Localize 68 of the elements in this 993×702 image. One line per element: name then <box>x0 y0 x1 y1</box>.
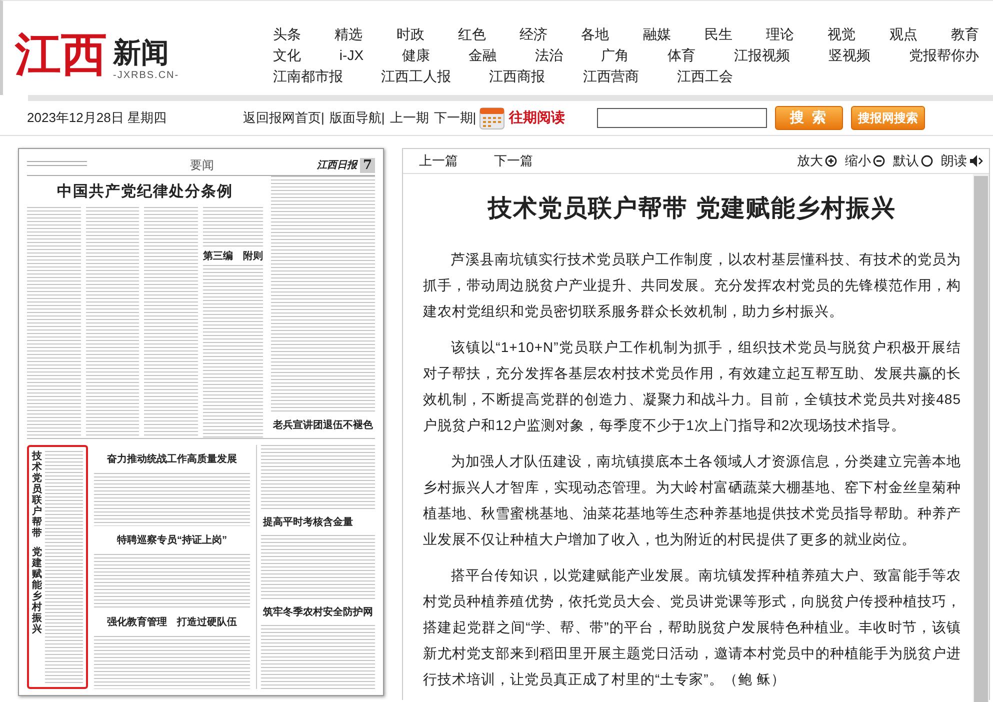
nav-link[interactable]: i-JX <box>339 45 364 66</box>
page-headline: 党建赋能乡村振兴 <box>32 547 42 635</box>
logo-name: 新闻 <box>113 36 170 70</box>
nav-link[interactable]: 体育 <box>668 45 696 66</box>
issue-link[interactable]: 上一期 <box>390 109 429 127</box>
issue-link[interactable]: 版面导航| <box>329 109 385 127</box>
nav-link[interactable]: 江西工人报 <box>381 66 451 87</box>
nav-link[interactable]: 经济 <box>520 24 548 45</box>
zoom-in-link[interactable]: 放大 <box>797 152 823 170</box>
page-headline[interactable]: 奋力推动统战工作高质量发展 <box>94 445 250 473</box>
page-number: 7 <box>360 158 375 172</box>
article-paragraph: 搭平台传知识，以党建赋能产业发展。南坑镇发挥种植养殖大户、致富能手等农村党员种植养殖优势，依托党员大会、党员讲党课等形式，向脱贫户传授种植技巧，搭建起党群之间“学、帮、带”的平台，帮助脱贫户发展特色种植业。丰收时节，该镇新尤村党支部来到稻田里开展主题党日活动，邀请本村党员中的种植能手为脱贫户进行技术培训，让党员真正成了村里的“土专家”。（鲍 稣） <box>423 566 961 689</box>
read-aloud-link[interactable]: 朗读 <box>941 152 967 170</box>
reset-size-link[interactable]: 默认 <box>893 152 919 170</box>
nav-link[interactable]: 红色 <box>458 24 486 45</box>
nav-link[interactable]: 融媒 <box>642 24 671 45</box>
section-title: 要闻 <box>188 156 215 174</box>
nav-link[interactable]: 时政 <box>396 24 424 45</box>
page-article[interactable]: 技术党员联户帮带 党建赋能乡村振兴 <box>27 445 88 689</box>
nav-link[interactable]: 各地 <box>581 24 610 45</box>
nav-link[interactable]: 头条 <box>273 24 301 45</box>
logo-mark: 江西 <box>15 26 108 83</box>
page-headline[interactable]: 筑牢冬季农村安全防护网 <box>261 599 375 625</box>
page-headline: 技术党员联户帮带 <box>32 451 42 539</box>
page-headline[interactable]: 提高平时考核含金量 <box>261 509 375 535</box>
nav-link[interactable]: 江南都市报 <box>273 66 343 87</box>
nav-link[interactable]: 教育 <box>950 24 979 45</box>
article-paragraph: 该镇以“1+10+N”党员联户工作机制为抓手，组织技术党员与脱贫户积极开展结对子帮扶，充分发挥各基层农村技术党员作用，有效建立起互帮互助、发展共赢的长效机制，不断提高党群的创造力、凝聚力和战斗力。目前，全镇技术党员共对接485户脱贫户和12户监测对象，每季度不少于1次上门指导和2次现场技术指导。 <box>423 338 961 435</box>
nav-link[interactable]: 竖视频 <box>828 45 870 66</box>
archive-link[interactable]: 往期阅读 <box>509 109 598 127</box>
issue-link[interactable]: 返回报网首页| <box>243 109 324 127</box>
nav-link[interactable]: 江西营商 <box>583 66 639 87</box>
minus-circle-icon[interactable] <box>873 155 885 167</box>
next-article-link[interactable]: 下一篇 <box>494 152 533 170</box>
nav-link[interactable]: 观点 <box>889 24 918 45</box>
nav-link[interactable]: 文化 <box>273 45 301 66</box>
nav-link[interactable]: 金融 <box>468 45 496 66</box>
circle-icon[interactable] <box>921 155 933 167</box>
masthead: 江西日报 <box>316 158 357 172</box>
calendar-icon[interactable] <box>479 106 506 130</box>
nav-link[interactable]: 江西商报 <box>489 66 545 87</box>
search-field[interactable] <box>597 108 768 128</box>
nav-link[interactable]: 理论 <box>766 24 794 45</box>
nav-link[interactable]: 健康 <box>402 45 430 66</box>
article-paragraph: 为加强人才队伍建设，南坑镇摸底本土各领域人才资源信息，分类建立完善本地乡村振兴人才智库，实现动态管理。为大岭村富硒蔬菜大棚基地、窑下村金丝皇菊种植基地、秋雪蜜桃基地、油菜花基地等生态种养基地提供技术党员指导帮助。种养产业发展不仅让种植大户增加了收入，也为附近的村民提供了更多的就业岗位。 <box>423 452 961 549</box>
page-subheading: 第三编 附则 <box>203 250 264 264</box>
article-title: 技术党员联户帮带 党建赋能乡村振兴 <box>486 194 897 224</box>
issue-date: 2023年12月28日 星期四 <box>27 109 168 127</box>
nav-link[interactable]: 江报视频 <box>734 45 790 66</box>
nav-link[interactable]: 精选 <box>334 24 363 45</box>
plus-circle-icon[interactable] <box>825 155 837 167</box>
article-paragraph: 芦溪县南坑镇实行技术党员联户工作制度，以农村基层懂科技、有技术的党员为抓手，带动周边脱贫户产业提升、共同发展。充分发挥农村党员的先锋模范作用，构建农村党组织和党员密切联系服务群众长效机制，助力乡村振兴。 <box>423 250 961 321</box>
nav-link[interactable]: 视觉 <box>828 24 856 45</box>
nav-link[interactable]: 江西工会 <box>677 66 733 87</box>
nav-link[interactable]: 民生 <box>704 24 732 45</box>
issue-link[interactable]: 下一期| <box>434 109 476 127</box>
speaker-icon[interactable] <box>969 154 983 168</box>
zoom-out-link[interactable]: 缩小 <box>845 152 871 170</box>
page-headline[interactable]: 中国共产党纪律处分条例 <box>27 176 263 207</box>
page-headline[interactable]: 特聘巡察专员“持证上岗” <box>94 526 250 554</box>
scrollbar-drawing[interactable] <box>973 174 989 702</box>
previous-article-link[interactable]: 上一篇 <box>419 152 458 170</box>
logo-domain: -JXRBS.CN- <box>113 70 180 81</box>
nav-link[interactable]: 党报帮你办 <box>908 45 979 66</box>
page-headline[interactable]: 老兵宣讲团退伍不褪色 <box>271 412 375 438</box>
nav-link[interactable]: 法治 <box>534 45 563 66</box>
page-headline[interactable]: 强化教育管理 打造过硬队伍 <box>94 608 250 636</box>
nav-link[interactable]: 广角 <box>601 45 630 66</box>
